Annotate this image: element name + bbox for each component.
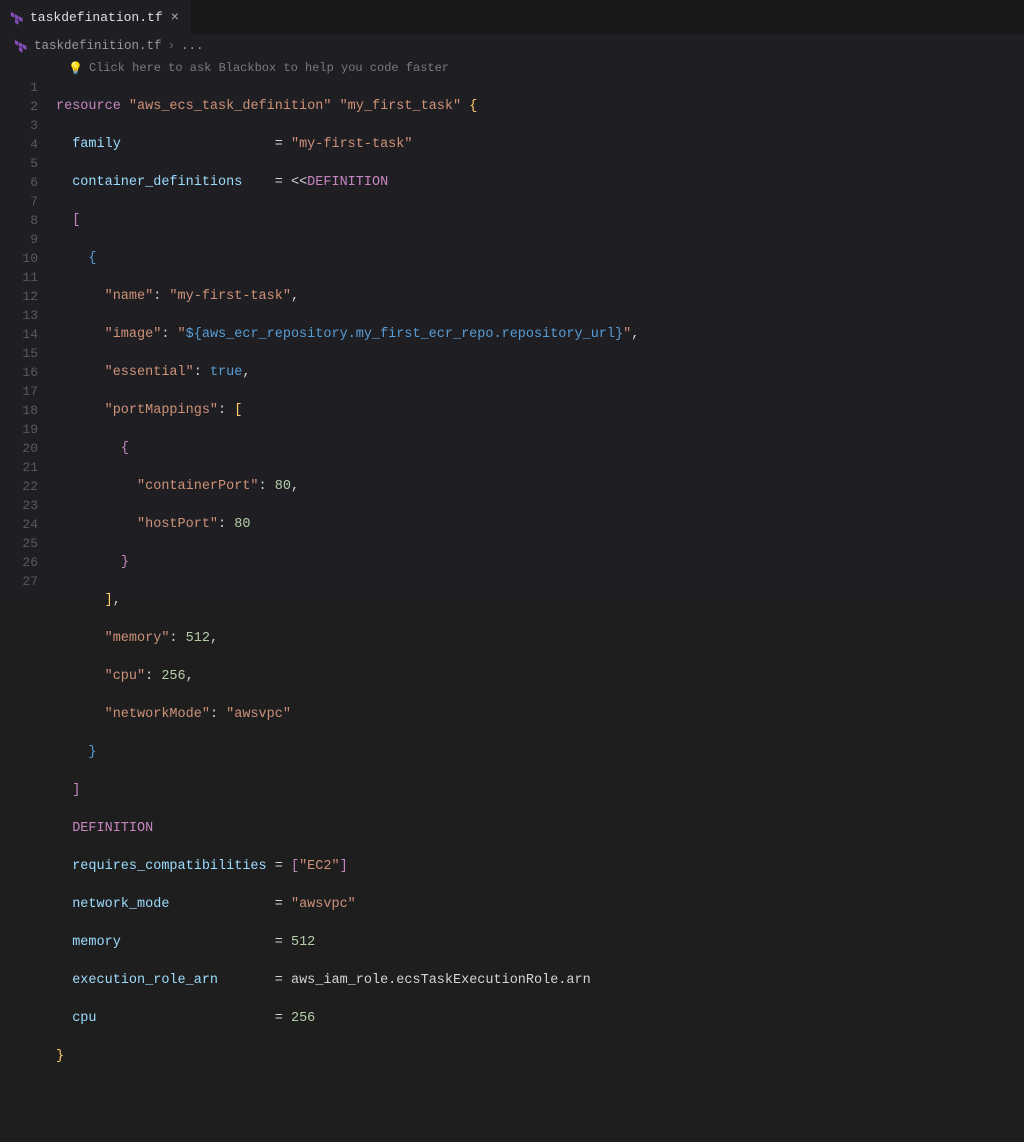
line-number: 22 [0,477,38,496]
line-number-gutter: 1 2 3 4 5 6 7 8 9 10 11 12 13 14 15 16 1… [0,78,56,600]
line-number: 25 [0,534,38,553]
hint-text: Click here to ask Blackbox to help you c… [89,61,449,75]
breadcrumb-file: taskdefinition.tf [34,39,162,53]
line-number: 11 [0,268,38,287]
tab-label: taskdefination.tf [30,10,163,25]
line-number: 17 [0,382,38,401]
line-number: 23 [0,496,38,515]
line-number: 15 [0,344,38,363]
line-number: 16 [0,363,38,382]
chevron-right-icon: › [168,39,176,53]
line-number: 5 [0,154,38,173]
line-number: 27 [0,572,38,591]
line-number: 7 [0,192,38,211]
line-number: 1 [0,78,38,97]
line-number: 9 [0,230,38,249]
line-number: 13 [0,306,38,325]
line-number: 12 [0,287,38,306]
blackbox-hint[interactable]: 💡 Click here to ask Blackbox to help you… [0,58,1024,78]
tab-taskdefinition[interactable]: taskdefination.tf × [0,0,191,34]
line-number: 6 [0,173,38,192]
line-number: 4 [0,135,38,154]
breadcrumb-tail: ... [181,39,204,53]
line-number: 18 [0,401,38,420]
code-editor[interactable]: 1 2 3 4 5 6 7 8 9 10 11 12 13 14 15 16 1… [0,78,1024,600]
breadcrumb[interactable]: taskdefinition.tf › ... [0,34,1024,58]
tab-bar: taskdefination.tf × [0,0,1024,34]
line-number: 14 [0,325,38,344]
line-number: 20 [0,439,38,458]
terraform-icon [10,11,24,25]
line-number: 2 [0,97,38,116]
line-number: 3 [0,116,38,135]
line-number: 26 [0,553,38,572]
close-icon[interactable]: × [169,9,181,27]
line-number: 19 [0,420,38,439]
line-number: 10 [0,249,38,268]
code-content[interactable]: resource "aws_ecs_task_definition" "my_f… [56,78,1024,600]
line-number: 24 [0,515,38,534]
line-number: 8 [0,211,38,230]
terraform-icon [14,39,28,53]
lightbulb-icon: 💡 [68,61,83,76]
line-number: 21 [0,458,38,477]
